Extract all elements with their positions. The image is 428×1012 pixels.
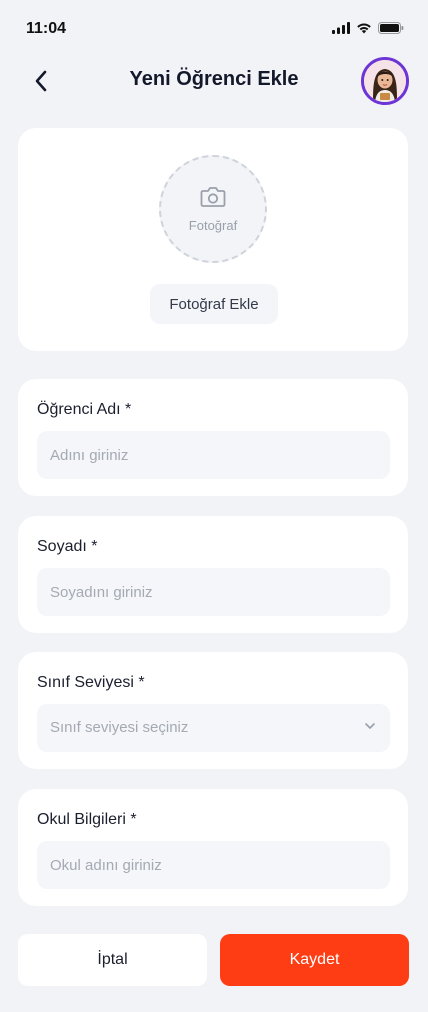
last-name-input[interactable] [37, 568, 390, 616]
avatar[interactable] [361, 57, 409, 105]
grade-select-placeholder: Sınıf seviyesi seçiniz [50, 719, 189, 736]
save-button[interactable]: Kaydet [220, 934, 409, 986]
add-photo-button[interactable]: Fotoğraf Ekle [150, 284, 278, 324]
last-name-card: Soyadı * [18, 516, 408, 633]
grade-card: Sınıf Seviyesi * Sınıf seviyesi seçiniz [18, 652, 408, 769]
camera-icon [200, 186, 226, 207]
cancel-button[interactable]: İptal [18, 934, 207, 986]
photo-placeholder-label: Fotoğraf [188, 217, 238, 233]
wifi-icon [357, 23, 371, 34]
header: Yeni Öğrenci Ekle [0, 56, 428, 105]
battery-icon [378, 22, 404, 34]
chevron-down-icon [365, 723, 375, 729]
school-input[interactable] [37, 841, 390, 889]
school-card: Okul Bilgileri * [18, 789, 408, 906]
last-name-label: Soyadı * [37, 538, 98, 555]
school-label: Okul Bilgileri * [37, 811, 137, 828]
signal-icon [332, 22, 350, 34]
photo-placeholder[interactable]: Fotoğraf [159, 155, 267, 263]
avatar-illustration [364, 60, 406, 102]
first-name-card: Öğrenci Adı * [18, 379, 408, 496]
first-name-label: Öğrenci Adı * [37, 401, 132, 418]
photo-card: Fotoğraf Fotoğraf Ekle [18, 128, 408, 351]
status-time: 11:04 [26, 20, 67, 37]
status-bar: 11:04 [0, 0, 428, 58]
grade-select[interactable]: Sınıf seviyesi seçiniz [37, 704, 390, 752]
status-icons [332, 22, 404, 34]
first-name-input[interactable] [37, 431, 390, 479]
grade-label: Sınıf Seviyesi * [37, 674, 145, 691]
